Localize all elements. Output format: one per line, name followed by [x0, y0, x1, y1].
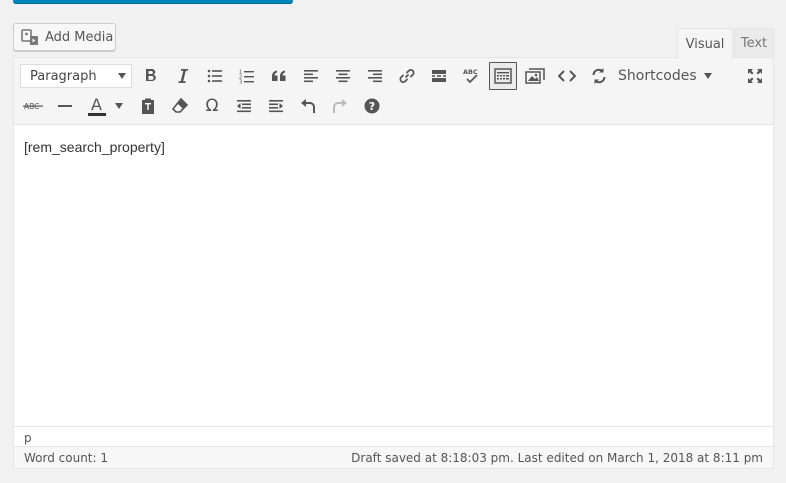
- code-button[interactable]: [553, 62, 581, 90]
- refresh-icon: [590, 67, 608, 85]
- caret-down-icon: [118, 73, 126, 79]
- paste-text-button[interactable]: [134, 92, 162, 120]
- insert-link-icon: [398, 67, 416, 85]
- outdent-button[interactable]: [230, 92, 258, 120]
- word-count: Word count: 1: [24, 450, 109, 465]
- align-left-icon: [303, 69, 319, 83]
- indent-button[interactable]: [262, 92, 290, 120]
- toolbar-toggle-button[interactable]: [489, 62, 517, 90]
- shortcodes-dropdown[interactable]: Shortcodes: [618, 64, 712, 88]
- numbered-list-button[interactable]: 123: [233, 62, 261, 90]
- svg-text:3: 3: [239, 79, 242, 84]
- horizontal-line-icon: [57, 104, 73, 108]
- help-icon: ?: [364, 98, 380, 114]
- spellcheck-icon: ABC: [461, 67, 481, 85]
- special-character-icon: Ω: [205, 96, 219, 116]
- editor-container: Paragraph 123 ABC Shortcodes ABC A Ω ? […: [13, 57, 774, 469]
- undo-button[interactable]: [294, 92, 322, 120]
- horizontal-line-button[interactable]: [51, 92, 79, 120]
- bold-icon: [144, 68, 158, 84]
- outdent-icon: [236, 99, 252, 113]
- special-character-button[interactable]: Ω: [198, 92, 226, 120]
- media-icon: [21, 28, 39, 46]
- blockquote-icon: [271, 70, 287, 82]
- blockquote-button[interactable]: [265, 62, 293, 90]
- help-button[interactable]: ?: [358, 92, 386, 120]
- format-select[interactable]: Paragraph: [20, 64, 132, 88]
- text-color-icon: A: [87, 96, 123, 116]
- paste-text-icon: [140, 97, 156, 115]
- post-status-info: Word count: 1 Draft saved at 8:18:03 pm.…: [14, 446, 773, 468]
- add-media-label: Add Media: [45, 29, 114, 45]
- undo-icon: [300, 98, 316, 114]
- text-color-letter: A: [87, 96, 106, 116]
- align-left-button[interactable]: [297, 62, 325, 90]
- insert-image-icon: [525, 68, 545, 84]
- refresh-button[interactable]: [585, 62, 613, 90]
- element-path-item[interactable]: p: [24, 431, 32, 445]
- element-path: p: [14, 426, 773, 446]
- fullscreen-icon: [747, 68, 763, 84]
- editor-content-text: [rem_search_property]: [24, 139, 165, 155]
- read-more-button[interactable]: [425, 62, 453, 90]
- align-center-icon: [335, 69, 351, 83]
- italic-button[interactable]: [169, 62, 197, 90]
- bulleted-list-icon: [207, 69, 223, 83]
- editor-toolbar: Paragraph 123 ABC Shortcodes ABC A Ω ?: [14, 58, 773, 125]
- fullscreen-button[interactable]: [741, 62, 769, 90]
- format-select-value: Paragraph: [30, 68, 97, 84]
- clear-formatting-icon: [171, 97, 189, 115]
- numbered-list-icon: 123: [239, 69, 255, 84]
- editor-content-area[interactable]: [rem_search_property]: [14, 125, 773, 425]
- svg-text:?: ?: [369, 100, 375, 113]
- align-center-button[interactable]: [329, 62, 357, 90]
- insert-link-button[interactable]: [393, 62, 421, 90]
- code-icon: [558, 69, 576, 83]
- tab-visual[interactable]: Visual: [677, 28, 733, 59]
- tab-text[interactable]: Text: [734, 28, 774, 58]
- strikethrough-icon: ABC: [23, 100, 43, 112]
- read-more-icon: [431, 69, 447, 83]
- indent-icon: [268, 99, 284, 113]
- clear-formatting-button[interactable]: [166, 92, 194, 120]
- bulleted-list-button[interactable]: [201, 62, 229, 90]
- redo-button[interactable]: [326, 92, 354, 120]
- spellcheck-button[interactable]: ABC: [457, 62, 485, 90]
- add-media-button[interactable]: Add Media: [13, 23, 116, 51]
- italic-icon: [177, 68, 189, 84]
- caret-down-icon: [703, 73, 712, 79]
- caret-down-icon: [114, 103, 123, 109]
- insert-image-button[interactable]: [521, 62, 549, 90]
- align-right-icon: [367, 69, 383, 83]
- publish-bar-edge: [13, 0, 293, 3]
- strikethrough-button[interactable]: ABC: [19, 92, 47, 120]
- svg-text:ABC: ABC: [463, 68, 478, 76]
- align-right-button[interactable]: [361, 62, 389, 90]
- bold-button[interactable]: [137, 62, 165, 90]
- autosave-message: Draft saved at 8:18:03 pm. Last edited o…: [351, 450, 763, 465]
- text-color-button[interactable]: A: [83, 92, 127, 120]
- toolbar-toggle-icon: [494, 68, 512, 84]
- shortcodes-label: Shortcodes: [618, 68, 697, 84]
- redo-icon: [332, 98, 348, 114]
